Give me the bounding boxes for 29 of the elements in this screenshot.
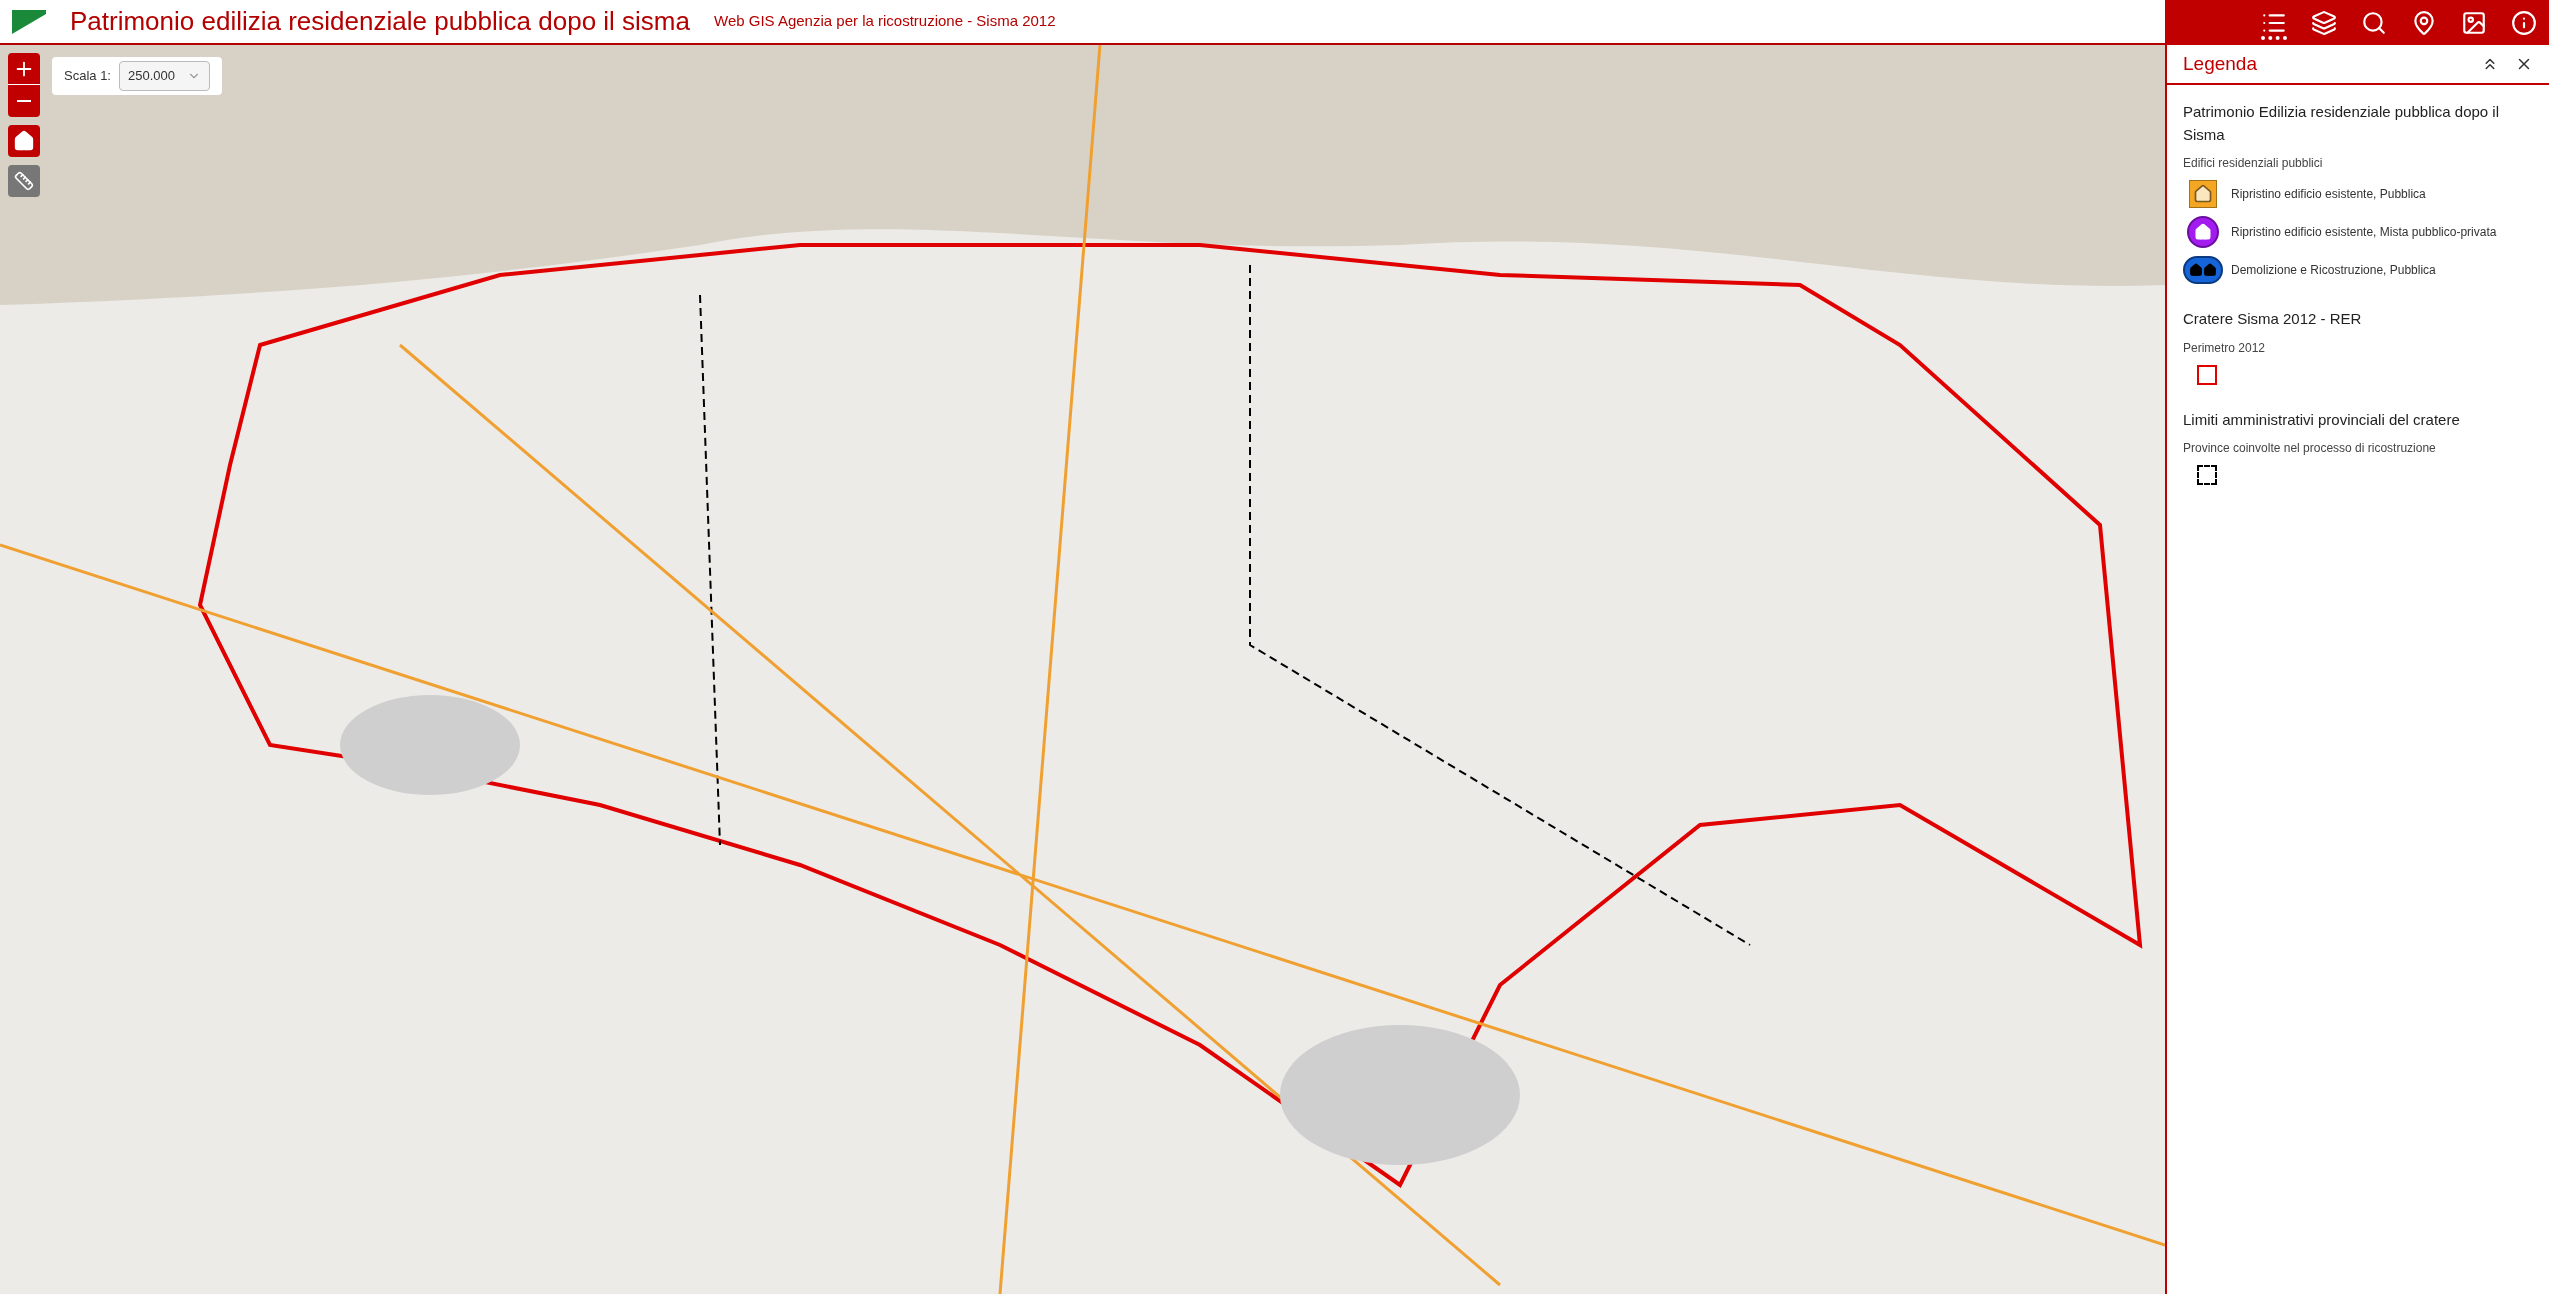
zoom-in-button[interactable] xyxy=(8,53,40,85)
legend-item-label: Ripristino edificio esistente, Mista pubblico-privata xyxy=(2231,224,2497,241)
scale-label: Scala 1: xyxy=(64,67,111,85)
app-subtitle: Web GIS Agenzia per la ricostruzione - Sisma 2012 xyxy=(714,11,1056,32)
legend-section-title: Patrimonio Edilizia residenziale pubblica dopo il Sisma xyxy=(2183,102,2500,145)
legend-section-title: Cratere Sisma 2012 - RER xyxy=(2183,309,2363,329)
legend-section-title: Limiti amministrativi provinciali del cratere xyxy=(2183,409,2461,430)
panel-title: Legenda xyxy=(2183,51,2257,76)
legend-section-subtitle: Edifici residenziali pubblici xyxy=(2183,155,2324,172)
search-icon xyxy=(2361,9,2387,36)
info-icon xyxy=(2511,9,2537,36)
legend-section-subtitle: Perimetro 2012 xyxy=(2183,339,2267,357)
home-button[interactable] xyxy=(8,125,40,157)
home-icon xyxy=(13,130,35,152)
legend-item-label: Ripristino edificio esistente, Pubblica xyxy=(2231,186,2426,203)
measure-button[interactable] xyxy=(8,165,40,197)
app-title: Patrimonio edilizia residenziale pubblica dopo il sisma xyxy=(70,5,690,38)
layers-icon xyxy=(2311,9,2337,36)
zoom-out-button[interactable] xyxy=(8,85,40,117)
minus-icon xyxy=(17,100,31,102)
legend-item-label: Demolizione e Ricostruzione, Pubblica xyxy=(2231,262,2436,279)
ruler-icon xyxy=(14,171,34,191)
boundary-square-icon xyxy=(2197,465,2217,485)
scale-dropdown[interactable]: 250.000 xyxy=(119,61,210,91)
legend-section-subtitle: Province coinvolte nel processo di ricostruzione xyxy=(2183,440,2437,457)
image-icon xyxy=(2461,9,2487,36)
perimeter-square-icon xyxy=(2197,364,2217,385)
house-square-icon xyxy=(2189,180,2217,208)
location-icon xyxy=(2411,9,2437,36)
